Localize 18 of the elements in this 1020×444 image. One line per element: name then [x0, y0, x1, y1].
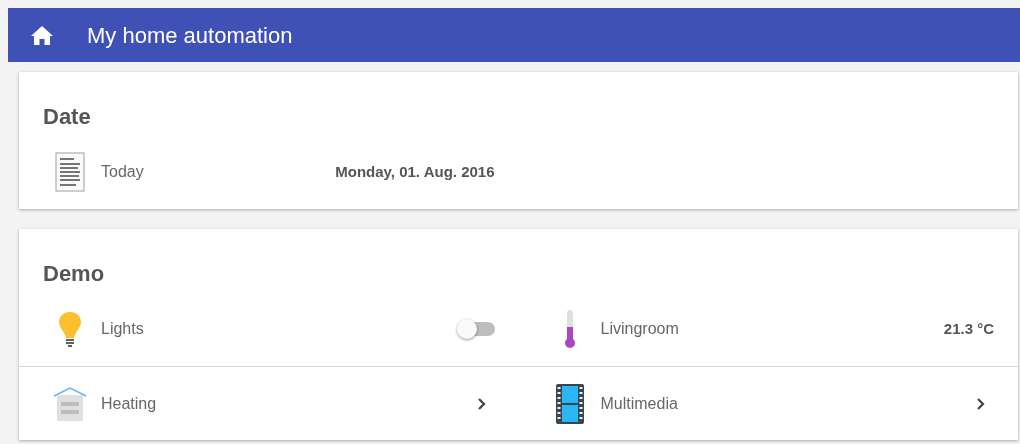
- item-label: Lights: [101, 319, 145, 339]
- home-icon[interactable]: [31, 25, 53, 45]
- chevron-right-icon[interactable]: [476, 396, 487, 411]
- item-label: Heating: [101, 393, 158, 414]
- chevron-right-icon[interactable]: [976, 396, 986, 411]
- item-label: Today: [101, 162, 145, 182]
- app-title: My home automation: [87, 21, 293, 50]
- building-icon: [53, 385, 87, 422]
- item-label: Livingroom: [600, 319, 680, 339]
- document-icon: [55, 152, 85, 192]
- item-value: Monday, 01. Aug. 2016: [335, 161, 495, 182]
- toggle-switch[interactable]: [458, 322, 495, 336]
- item-label: Multimedia: [600, 393, 679, 414]
- item-value: 21.3 °C: [943, 318, 994, 339]
- film-icon: [555, 383, 584, 424]
- card-title: Date: [42, 103, 92, 131]
- light-bulb-icon: [58, 311, 82, 347]
- card-title: Demo: [42, 260, 106, 288]
